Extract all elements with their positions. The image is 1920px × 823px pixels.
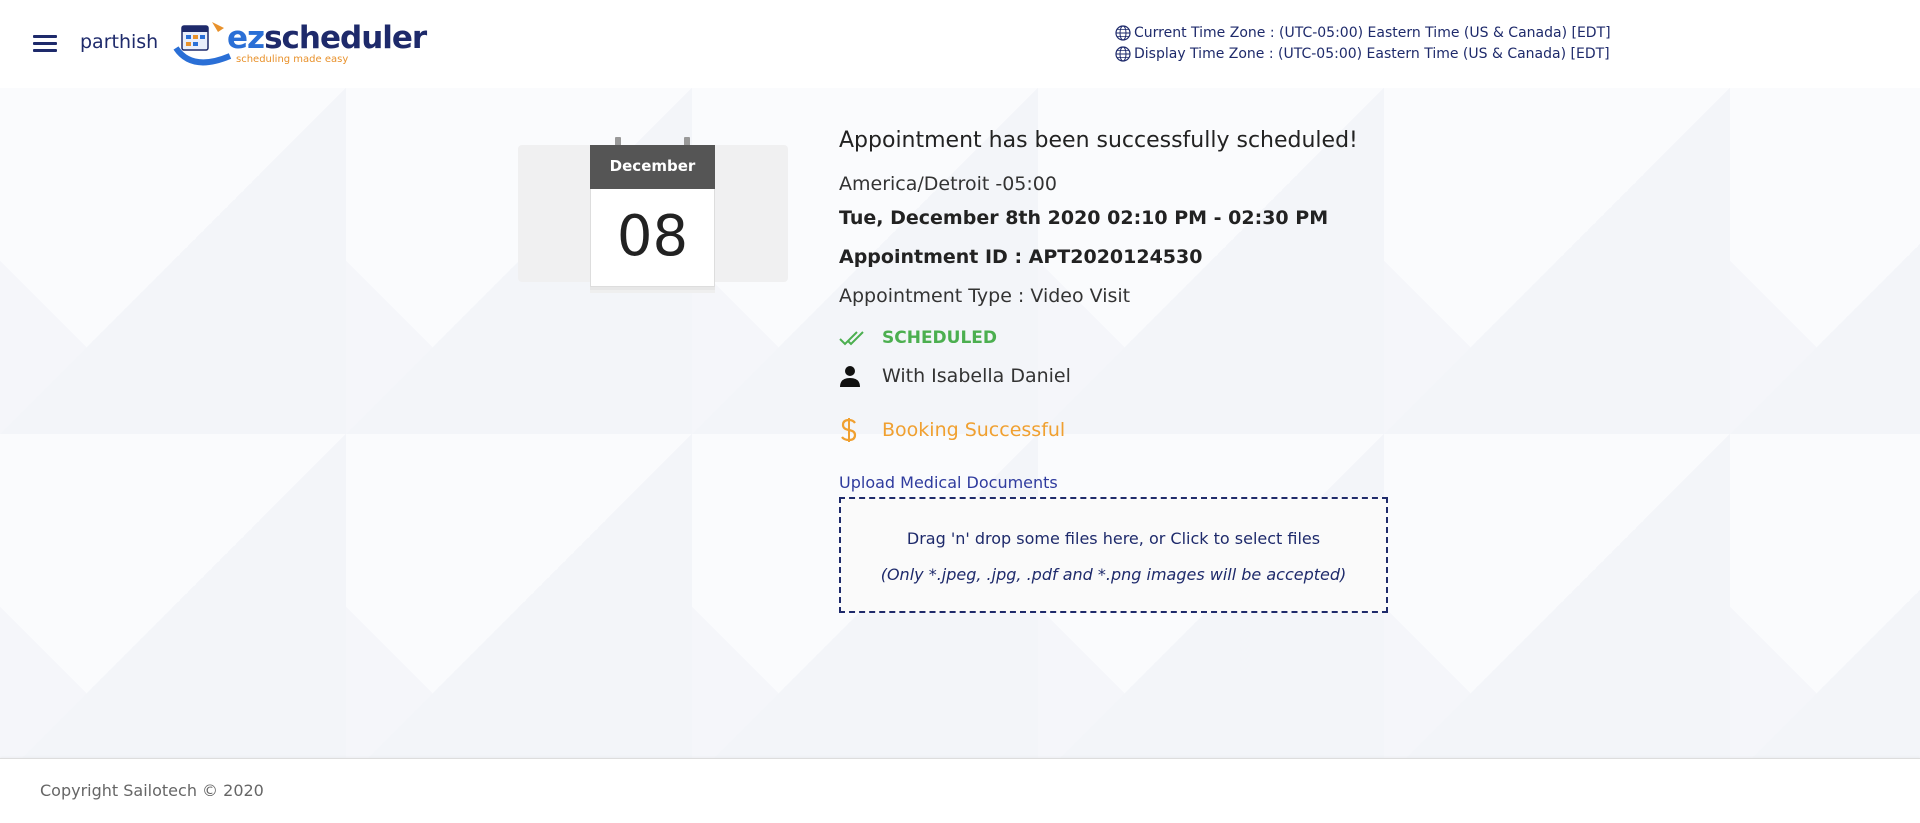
logo-scheduler: scheduler (264, 20, 427, 56)
calendar-card: December 08 (518, 137, 788, 287)
provider-name: With Isabella Daniel (882, 365, 1071, 387)
calendar-month: December (590, 145, 715, 192)
booking-status-text: Booking Successful (882, 419, 1066, 441)
appointment-datetime: Tue, December 8th 2020 02:10 PM - 02:30 … (839, 207, 1329, 229)
username: parthish (80, 31, 159, 53)
display-time-zone-text: Display Time Zone : (UTC-05:00) Eastern … (1134, 46, 1610, 62)
current-time-zone-text: Current Time Zone : (UTC-05:00) Eastern … (1134, 25, 1611, 41)
display-time-zone: Display Time Zone : (UTC-05:00) Eastern … (1115, 46, 1610, 62)
globe-icon (1115, 25, 1131, 41)
logo-tagline: scheduling made easy (236, 54, 349, 65)
globe-icon (1115, 46, 1131, 62)
appointment-timezone: America/Detroit -05:00 (839, 173, 1057, 195)
app-footer: Copyright Sailotech © 2020 (0, 758, 1920, 823)
calendar-day: 08 (590, 189, 715, 287)
double-check-icon (839, 326, 873, 350)
app-header: parthish ezscheduler scheduling made eas… (0, 0, 1920, 88)
menu-icon[interactable] (33, 35, 57, 53)
copyright-text: Copyright Sailotech © 2020 (40, 781, 264, 800)
dollar-icon (839, 418, 873, 442)
appointment-type: Appointment Type : Video Visit (839, 285, 1131, 307)
ezscheduler-logo[interactable]: ezscheduler scheduling made easy (172, 16, 427, 72)
person-icon (839, 364, 873, 388)
calendar-icon: December 08 (590, 137, 715, 295)
logo-wordmark: ezscheduler (227, 20, 427, 56)
file-dropzone[interactable]: Drag 'n' drop some files here, or Click … (839, 497, 1388, 613)
dropzone-accepted-types: (Only *.jpeg, .jpg, .pdf and *.png image… (880, 565, 1347, 584)
appointment-id: Appointment ID : APT2020124530 (839, 246, 1203, 268)
confirmation-title: Appointment has been successfully schedu… (839, 128, 1358, 153)
current-time-zone: Current Time Zone : (UTC-05:00) Eastern … (1115, 25, 1611, 41)
upload-documents-label: Upload Medical Documents (839, 473, 1058, 492)
payment-status: Booking Successful (839, 418, 1065, 442)
dropzone-instructions: Drag 'n' drop some files here, or Click … (906, 529, 1321, 548)
status-text: SCHEDULED (882, 328, 998, 348)
status-badge: SCHEDULED (839, 326, 997, 350)
logo-ez: ez (227, 20, 265, 56)
provider-line: With Isabella Daniel (839, 364, 1071, 388)
